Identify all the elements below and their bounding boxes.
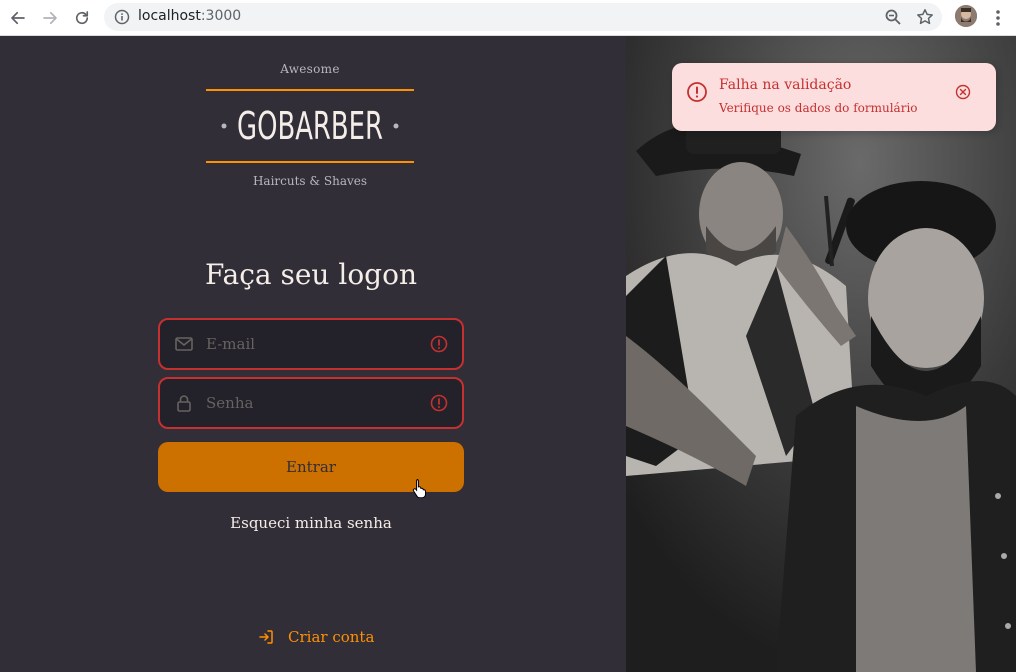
lock-icon xyxy=(177,395,191,412)
arrow-right-icon xyxy=(43,11,57,25)
create-account-link[interactable]: Criar conta xyxy=(258,627,374,647)
logo-brand: GOBARBER xyxy=(221,104,399,148)
logo-divider-bottom xyxy=(206,161,414,163)
profile-avatar[interactable] xyxy=(955,5,977,27)
bookmark-star-icon[interactable] xyxy=(916,8,934,26)
forward-button[interactable] xyxy=(38,6,62,30)
browser-toolbar: localhost:3000 xyxy=(0,0,1016,36)
url-text[interactable]: localhost:3000 xyxy=(138,8,241,24)
log-in-icon xyxy=(259,630,273,644)
gobarber-logo: Awesome GOBARBER Haircuts & Shaves xyxy=(206,62,414,194)
alert-circle-icon xyxy=(687,82,707,102)
create-account-label: Criar conta xyxy=(288,628,375,646)
sign-in-panel: Awesome GOBARBER Haircuts & Shaves Faça … xyxy=(0,36,626,672)
hand-pointer-icon xyxy=(412,479,426,498)
back-button[interactable] xyxy=(6,6,30,30)
forgot-password-link[interactable]: Esqueci minha senha xyxy=(158,514,464,532)
password-field[interactable] xyxy=(158,377,464,429)
mail-icon xyxy=(175,337,193,351)
barber-photo xyxy=(626,36,1016,672)
barbershop-image xyxy=(626,36,1016,672)
svg-text:GOBARBER: GOBARBER xyxy=(237,104,383,148)
reload-icon xyxy=(75,11,89,25)
logo-divider-top xyxy=(206,89,414,91)
password-input[interactable] xyxy=(206,391,416,415)
error-toast: Falha na validação Verifique os dados do… xyxy=(672,63,996,131)
arrow-left-icon xyxy=(11,11,25,25)
info-icon[interactable] xyxy=(114,9,130,25)
toast-description: Verifique os dados do formulário xyxy=(719,101,918,115)
x-circle-icon[interactable] xyxy=(954,83,972,101)
page-title: Faça seu logon xyxy=(205,258,417,291)
logo-tagline-bottom: Haircuts & Shaves xyxy=(252,174,368,188)
email-error-icon[interactable] xyxy=(430,335,448,353)
more-vert-icon[interactable] xyxy=(990,8,1006,28)
zoom-icon[interactable] xyxy=(884,8,902,26)
reload-button[interactable] xyxy=(70,6,94,30)
email-field[interactable] xyxy=(158,318,464,370)
email-input[interactable] xyxy=(206,332,416,356)
address-bar[interactable]: localhost:3000 xyxy=(104,3,942,31)
password-error-icon[interactable] xyxy=(430,394,448,412)
toast-title: Falha na validação xyxy=(719,77,852,93)
logo-tagline-top: Awesome xyxy=(280,62,340,76)
